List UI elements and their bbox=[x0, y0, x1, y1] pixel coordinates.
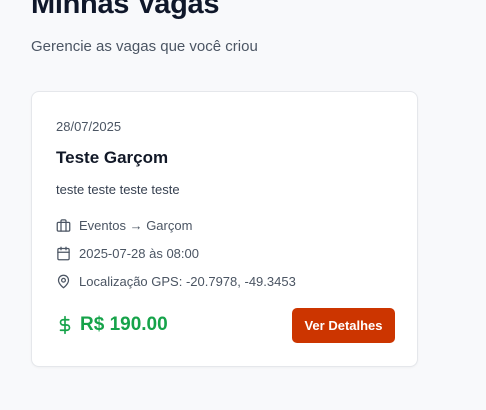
page: Minhas Vagas Gerencie as vagas que você … bbox=[0, 0, 486, 410]
job-description: teste teste teste teste bbox=[56, 182, 180, 197]
view-details-button[interactable]: Ver Detalhes bbox=[292, 308, 395, 343]
job-location-row: Localização GPS: -20.7978, -49.3453 bbox=[56, 274, 296, 289]
job-price-value: R$ 190.00 bbox=[80, 314, 168, 335]
job-datetime-row: 2025-07-28 às 08:00 bbox=[56, 246, 199, 261]
page-subtitle: Gerencie as vagas que você criou bbox=[31, 38, 258, 55]
job-title: Teste Garçom bbox=[56, 148, 169, 167]
job-location: Localização GPS: -20.7978, -49.3453 bbox=[79, 274, 296, 289]
page-title: Minhas Vagas bbox=[31, 0, 220, 20]
calendar-icon bbox=[57, 246, 70, 261]
job-category-row: Eventos → Garçom bbox=[56, 218, 192, 233]
job-card: 28/07/2025 Teste Garçom teste teste test… bbox=[31, 91, 418, 367]
job-date: 28/07/2025 bbox=[56, 119, 122, 134]
map-pin-icon bbox=[57, 274, 70, 289]
dollar-icon bbox=[59, 315, 71, 335]
job-price: R$ 190.00 bbox=[56, 314, 168, 336]
briefcase-icon bbox=[56, 219, 71, 232]
job-category: Eventos → Garçom bbox=[79, 218, 193, 233]
job-datetime: 2025-07-28 às 08:00 bbox=[79, 246, 199, 261]
